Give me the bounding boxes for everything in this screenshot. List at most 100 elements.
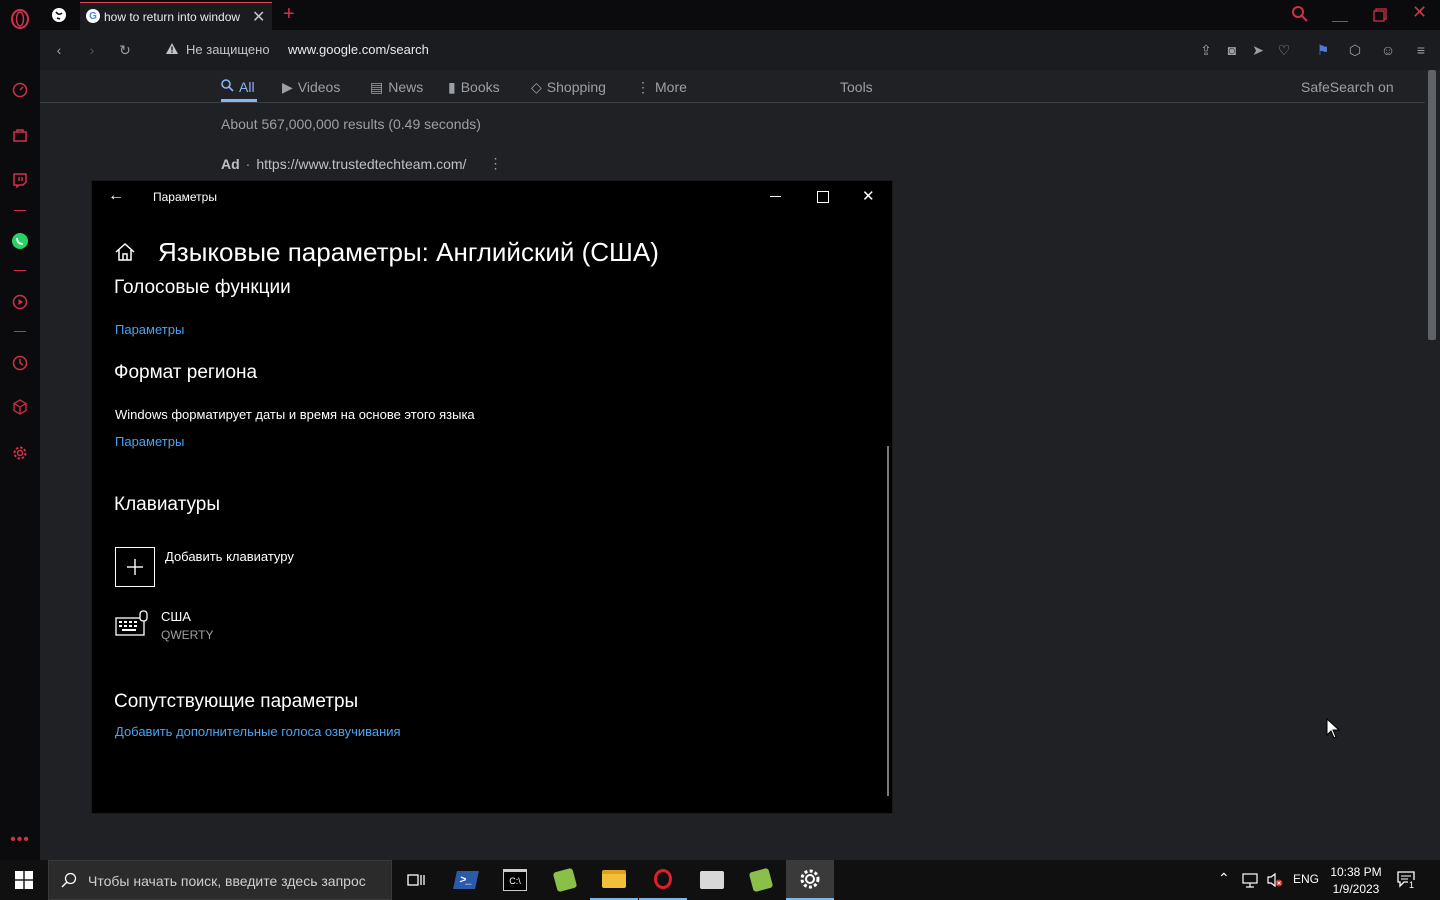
- nav-divider: [40, 102, 1425, 103]
- ad-url[interactable]: https://www.trustedtechteam.com/: [256, 156, 466, 172]
- snapshot-camera-icon[interactable]: ◙: [1222, 40, 1242, 60]
- tab-all-label: All: [239, 79, 255, 95]
- minimize-icon[interactable]: [770, 196, 781, 197]
- tab-bar: G how to return into window ✕ + ✕: [40, 0, 1440, 31]
- tab-videos[interactable]: ▶ Videos: [282, 72, 340, 102]
- ad-result-header: Ad · https://www.trustedtechteam.com/ ⋮: [221, 155, 502, 172]
- command-prompt-icon[interactable]: C:\: [491, 860, 539, 900]
- taskbar-search-box[interactable]: Чтобы начать поиск, введите здесь запрос: [48, 860, 392, 900]
- extensions-icon[interactable]: ⬡: [1345, 40, 1365, 60]
- keyboard-name: США: [161, 609, 191, 624]
- vpn-globe-icon[interactable]: [49, 5, 69, 25]
- file-explorer-icon[interactable]: [590, 860, 638, 900]
- home-icon[interactable]: [114, 242, 136, 267]
- settings-app-icon[interactable]: [786, 860, 834, 900]
- opera-logo-icon[interactable]: [10, 9, 30, 29]
- tools-label: Tools: [840, 79, 873, 95]
- clock-time: 10:38 PM: [1330, 865, 1382, 879]
- taskbar-clock[interactable]: 10:38 PM 1/9/2023: [1326, 864, 1386, 898]
- tab-all[interactable]: All: [221, 72, 255, 102]
- history-icon[interactable]: [10, 353, 30, 373]
- video-icon: ▶: [282, 78, 293, 95]
- voice-settings-link[interactable]: Параметры: [115, 322, 184, 337]
- extensions-cube-icon[interactable]: [10, 397, 30, 417]
- show-hidden-icons-chevron-icon[interactable]: ⌃: [1218, 870, 1230, 887]
- safesearch-toggle[interactable]: SafeSearch on: [1301, 72, 1394, 102]
- send-icon[interactable]: ➤: [1248, 40, 1268, 60]
- flag-icon[interactable]: ⚑: [1313, 40, 1333, 60]
- tab-news[interactable]: ▤ News: [370, 72, 423, 102]
- powershell-icon[interactable]: >_: [442, 860, 490, 900]
- whatsapp-icon[interactable]: [10, 231, 30, 251]
- tab-more[interactable]: ⋮ More: [636, 72, 687, 102]
- tools-button[interactable]: Tools: [840, 72, 873, 102]
- mail-app-icon[interactable]: [688, 860, 736, 900]
- add-keyboard-button[interactable]: [115, 547, 155, 587]
- tab-title: how to return into window: [104, 10, 241, 24]
- close-icon[interactable]: ✕: [862, 187, 875, 205]
- sidebar-divider: [14, 331, 26, 332]
- start-windows-icon[interactable]: [0, 860, 48, 900]
- region-format-heading: Формат региона: [114, 362, 258, 383]
- clock-date: 1/9/2023: [1332, 882, 1380, 896]
- add-keyboard-label[interactable]: Добавить клавиатуру: [165, 549, 294, 564]
- heart-bookmark-icon[interactable]: ♡: [1274, 40, 1294, 60]
- google-favicon-icon: G: [86, 9, 100, 23]
- region-settings-link[interactable]: Параметры: [115, 434, 184, 449]
- settings-gear-icon[interactable]: [10, 443, 30, 463]
- action-center-icon[interactable]: 1: [1396, 870, 1418, 892]
- player-icon[interactable]: [10, 292, 30, 312]
- tab-google-search[interactable]: G how to return into window ✕: [80, 2, 272, 31]
- reload-icon[interactable]: ↻: [115, 40, 135, 60]
- url-field[interactable]: www.google.com/search: [288, 42, 429, 57]
- maximize-icon[interactable]: [817, 191, 829, 203]
- add-voices-link[interactable]: Добавить дополнительные голоса озвучиван…: [115, 724, 401, 739]
- more-dots-icon[interactable]: •••: [10, 830, 30, 850]
- volume-muted-icon[interactable]: [1266, 871, 1284, 894]
- forward-arrow-icon[interactable]: ›: [82, 40, 102, 60]
- minimize-window-icon[interactable]: [1332, 0, 1348, 22]
- back-arrow-icon[interactable]: ←: [108, 187, 124, 205]
- window-title: Параметры: [153, 190, 217, 204]
- task-view-icon[interactable]: [392, 860, 440, 900]
- related-settings-heading: Сопутствующие параметры: [114, 691, 359, 712]
- easy-setup-menu-icon[interactable]: ≡: [1411, 40, 1431, 60]
- opera-browser-icon[interactable]: [639, 860, 687, 900]
- security-label[interactable]: Не защищено: [186, 42, 270, 57]
- restore-window-icon[interactable]: [1373, 8, 1387, 27]
- tab-videos-label: Videos: [297, 79, 341, 95]
- ad-badge: Ad: [221, 155, 240, 172]
- speed-dial-icon[interactable]: [10, 80, 30, 100]
- input-language-indicator[interactable]: ENG: [1293, 872, 1319, 886]
- tab-books[interactable]: ▮ Books: [448, 72, 500, 102]
- twitch-icon[interactable]: [10, 170, 30, 190]
- settings-scrollbar[interactable]: [887, 446, 889, 796]
- close-tab-icon[interactable]: ✕: [252, 7, 265, 27]
- account-icon[interactable]: ☺: [1378, 40, 1398, 60]
- search-icon: [221, 79, 234, 95]
- back-arrow-icon[interactable]: ‹: [49, 40, 69, 60]
- address-bar: ‹ › ↻ Не защищено www.google.com/search …: [40, 30, 1440, 70]
- sidebar-divider: [14, 270, 26, 271]
- new-tab-plus-icon[interactable]: +: [283, 3, 295, 26]
- tab-shopping[interactable]: ◇ Shopping: [531, 72, 606, 102]
- close-window-icon[interactable]: ✕: [1412, 2, 1427, 23]
- ad-separator: ·: [245, 155, 251, 172]
- search-icon: [61, 872, 77, 893]
- network-icon[interactable]: [1242, 872, 1260, 893]
- more-vertical-icon: ⋮: [636, 78, 650, 95]
- news-icon: ▤: [370, 78, 384, 95]
- page-scrollbar-thumb[interactable]: [1428, 70, 1436, 340]
- tab-more-label: More: [655, 79, 687, 95]
- sidebar-divider: [14, 210, 26, 211]
- page-scrollbar[interactable]: [1425, 70, 1440, 860]
- warning-icon[interactable]: [165, 42, 179, 60]
- notepad-plus-plus-second-icon[interactable]: [737, 860, 785, 900]
- ad-options-icon[interactable]: ⋮: [488, 155, 502, 172]
- tab-news-label: News: [388, 79, 424, 95]
- keyboard-item-us[interactable]: США QWERTY: [161, 609, 213, 642]
- share-icon[interactable]: ⇪: [1196, 40, 1216, 60]
- bag-icon[interactable]: [10, 125, 30, 145]
- notepad-plus-plus-icon[interactable]: [541, 860, 589, 900]
- search-tabs-icon[interactable]: [1291, 5, 1309, 28]
